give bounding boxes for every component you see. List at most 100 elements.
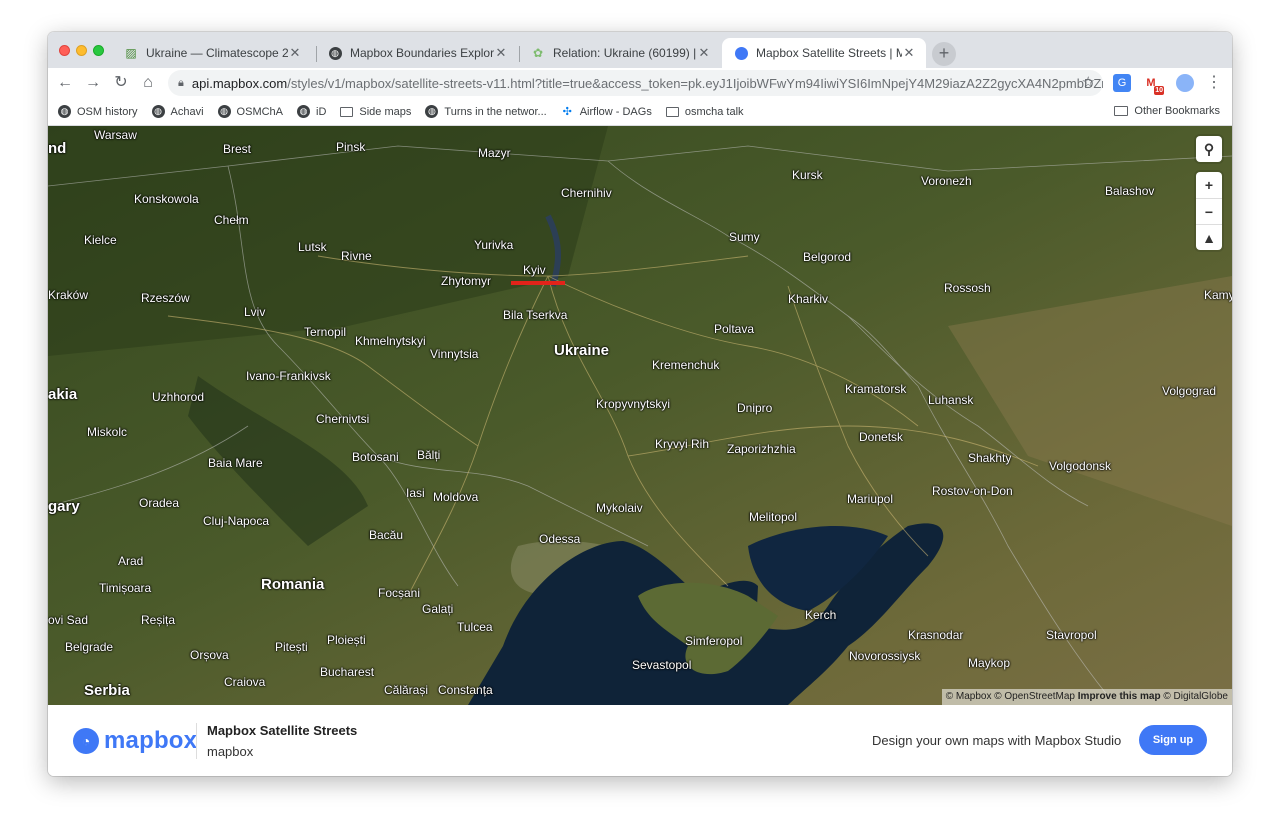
map-label-rostov: Rostov-on-Don — [932, 484, 1013, 498]
profile-avatar[interactable] — [1176, 74, 1194, 92]
bookmark-osmcha[interactable]: ◍ OSMChA — [217, 105, 283, 118]
bookmarks-bar: ◍ OSM history ◍ Achavi ◍ OSMChA ◍ iD Side ma… — [48, 98, 1232, 126]
mapbox-logo-icon: ◔ — [73, 728, 99, 754]
map-label-yurivka: Yurivka — [474, 238, 514, 252]
map-label-kyiv: Kyiv — [523, 263, 546, 277]
map-label-kamys: Kamys — [1204, 288, 1232, 302]
map-label-khmelnytskyi: Khmelnytskyi — [355, 334, 426, 348]
map-label-maykop: Maykop — [968, 656, 1011, 670]
close-tab-icon[interactable]: ✕ — [697, 45, 711, 61]
translate-extension-icon[interactable]: G — [1113, 74, 1131, 92]
tab-mapbox-satellite-streets[interactable]: Mapbox Satellite Streets | Mapbo ✕ — [722, 38, 926, 68]
maximize-window-button[interactable] — [93, 45, 104, 56]
tab-boundaries-explorer[interactable]: ◍ Mapbox Boundaries Explorer ✕ — [316, 38, 518, 68]
map-label-lviv: Lviv — [244, 305, 266, 319]
bookmark-osmcha-talk[interactable]: osmcha talk — [665, 105, 744, 118]
lock-icon: 🔒︎ — [178, 76, 184, 89]
map-label-chernihiv: Chernihiv — [561, 186, 612, 200]
map-label-balashov: Balashov — [1105, 184, 1155, 198]
zoom-in-button[interactable]: + — [1196, 172, 1222, 198]
globe-icon: ◍ — [217, 105, 231, 118]
compass-icon[interactable]: ▲ — [1196, 224, 1222, 250]
map-label-luhansk: Luhansk — [928, 393, 974, 407]
map-label-focsani: Focșani — [378, 586, 421, 600]
map-label-rzeszow: Rzeszów — [141, 291, 190, 305]
attribution-digitalglobe[interactable]: © DigitalGlobe — [1163, 691, 1228, 702]
map-label-stavropol: Stavropol — [1046, 628, 1097, 642]
url-host: api.mapbox.com — [191, 75, 288, 91]
map-label-moldova: Moldova — [433, 490, 479, 504]
close-tab-icon[interactable]: ✕ — [288, 45, 302, 61]
osm-icon: ✿ — [532, 46, 544, 60]
bookmark-star-icon[interactable]: ☆ — [1082, 73, 1095, 91]
satellite-map[interactable]: Warsaw nd Brest Pinsk Mazyr Chernihiv Ku… — [48, 126, 1232, 705]
map-label-iasi: Iasi — [406, 486, 425, 500]
map-label-serbia: Serbia — [84, 682, 130, 699]
map-label-bila-tserkva: Bila Tserkva — [503, 308, 568, 322]
map-label-vinnytsia: Vinnytsia — [430, 347, 479, 361]
map-label-hungary: gary — [48, 498, 80, 515]
attribution-text[interactable]: © Mapbox © OpenStreetMap — [946, 691, 1075, 702]
tab-osm-relation[interactable]: ✿ Relation: Ukraine (60199) | Open ✕ — [519, 38, 721, 68]
bookmark-label: osmcha talk — [684, 105, 744, 118]
map-label-zaporizhzhia: Zaporizhzhia — [727, 442, 796, 456]
folder-icon — [340, 105, 354, 118]
map-label-novi-sad: ovi Sad — [48, 613, 89, 627]
back-arrow-icon[interactable]: ← — [54, 72, 76, 94]
bookmark-airflow[interactable]: ✣ Airflow - DAGs — [561, 105, 652, 119]
map-label-oradea: Oradea — [139, 496, 180, 510]
map-label-constanta: Constanța — [438, 683, 493, 697]
tab-climatescope[interactable]: ▨ Ukraine — Climatescope 2019 ✕ — [112, 38, 312, 68]
search-icon[interactable]: ⚲ — [1196, 136, 1222, 162]
map-label-kerch: Kerch — [805, 608, 837, 622]
menu-kebab-icon[interactable]: ⋮ — [1203, 72, 1225, 94]
other-bookmarks[interactable]: Other Bookmarks — [1114, 105, 1220, 117]
bookmark-side-maps[interactable]: Side maps — [340, 105, 411, 118]
map-label-craiova: Craiova — [224, 675, 266, 689]
new-tab-button[interactable]: + — [932, 42, 956, 66]
map-label-simferopol: Simferopol — [685, 634, 743, 648]
map-label-miskolc: Miskolc — [87, 425, 128, 439]
address-bar[interactable]: 🔒︎ api.mapbox.com /styles/v1/mapbox/sate… — [168, 70, 1103, 96]
close-tab-icon[interactable]: ✕ — [902, 45, 916, 61]
tab-title: Mapbox Satellite Streets | Mapbo — [756, 46, 902, 60]
globe-icon: ◍ — [328, 46, 342, 60]
map-label-romania: Romania — [261, 576, 325, 593]
mapbox-logo[interactable]: ◔ mapbox — [73, 727, 197, 755]
minimize-window-button[interactable] — [76, 45, 87, 56]
map-label-arad: Arad — [118, 554, 144, 568]
bookmark-id[interactable]: ◍ iD — [297, 105, 326, 118]
map-label-belgrade: Belgrade — [65, 640, 114, 654]
bookmark-turns[interactable]: ◍ Turns in the networ... — [425, 105, 547, 118]
close-tab-icon[interactable]: ✕ — [494, 45, 508, 61]
zoom-out-button[interactable]: − — [1196, 198, 1222, 224]
improve-map-link[interactable]: Improve this map — [1078, 691, 1161, 702]
globe-icon: ◍ — [151, 105, 165, 118]
map-label-kharkiv: Kharkiv — [788, 292, 829, 306]
map-label-konskowola: Konskowola — [134, 192, 199, 206]
map-label-timisoara: Timișoara — [99, 581, 152, 595]
map-label-sumy: Sumy — [729, 230, 760, 244]
bookmark-osm-history[interactable]: ◍ OSM history — [58, 105, 138, 118]
folder-icon — [1114, 106, 1129, 116]
reload-icon[interactable]: ↻ — [110, 72, 132, 94]
bookmark-achavi[interactable]: ◍ Achavi — [151, 105, 204, 118]
sign-up-button[interactable]: Sign up — [1139, 725, 1207, 755]
home-icon[interactable]: ⌂ — [137, 72, 159, 94]
map-label-lutsk: Lutsk — [298, 240, 327, 254]
close-window-button[interactable] — [59, 45, 70, 56]
forward-arrow-icon[interactable]: → — [82, 72, 104, 94]
map-label-rivne: Rivne — [341, 249, 372, 263]
studio-cta-text: Design your own maps with Mapbox Studio — [872, 733, 1122, 748]
style-title: Mapbox Satellite Streets — [207, 723, 358, 738]
map-label-krasnodar: Krasnodar — [908, 628, 964, 642]
globe-icon: ◍ — [425, 105, 439, 118]
tab-strip: ▨ Ukraine — Climatescope 2019 ✕ ◍ Mapbox… — [48, 32, 1232, 68]
map-attribution: © Mapbox © OpenStreetMap Improve this ma… — [941, 689, 1232, 705]
browser-toolbar: ← → ↻ ⌂ 🔒︎ api.mapbox.com /styles/v1/map… — [48, 68, 1232, 98]
gmail-extension-icon[interactable]: M 10 — [1142, 74, 1164, 95]
map-label-bucharest: Bucharest — [320, 665, 375, 679]
map-label-mariupol: Mariupol — [847, 492, 894, 506]
bookmark-label: OSM history — [77, 105, 138, 118]
map-label-melitopol: Melitopol — [749, 510, 798, 524]
